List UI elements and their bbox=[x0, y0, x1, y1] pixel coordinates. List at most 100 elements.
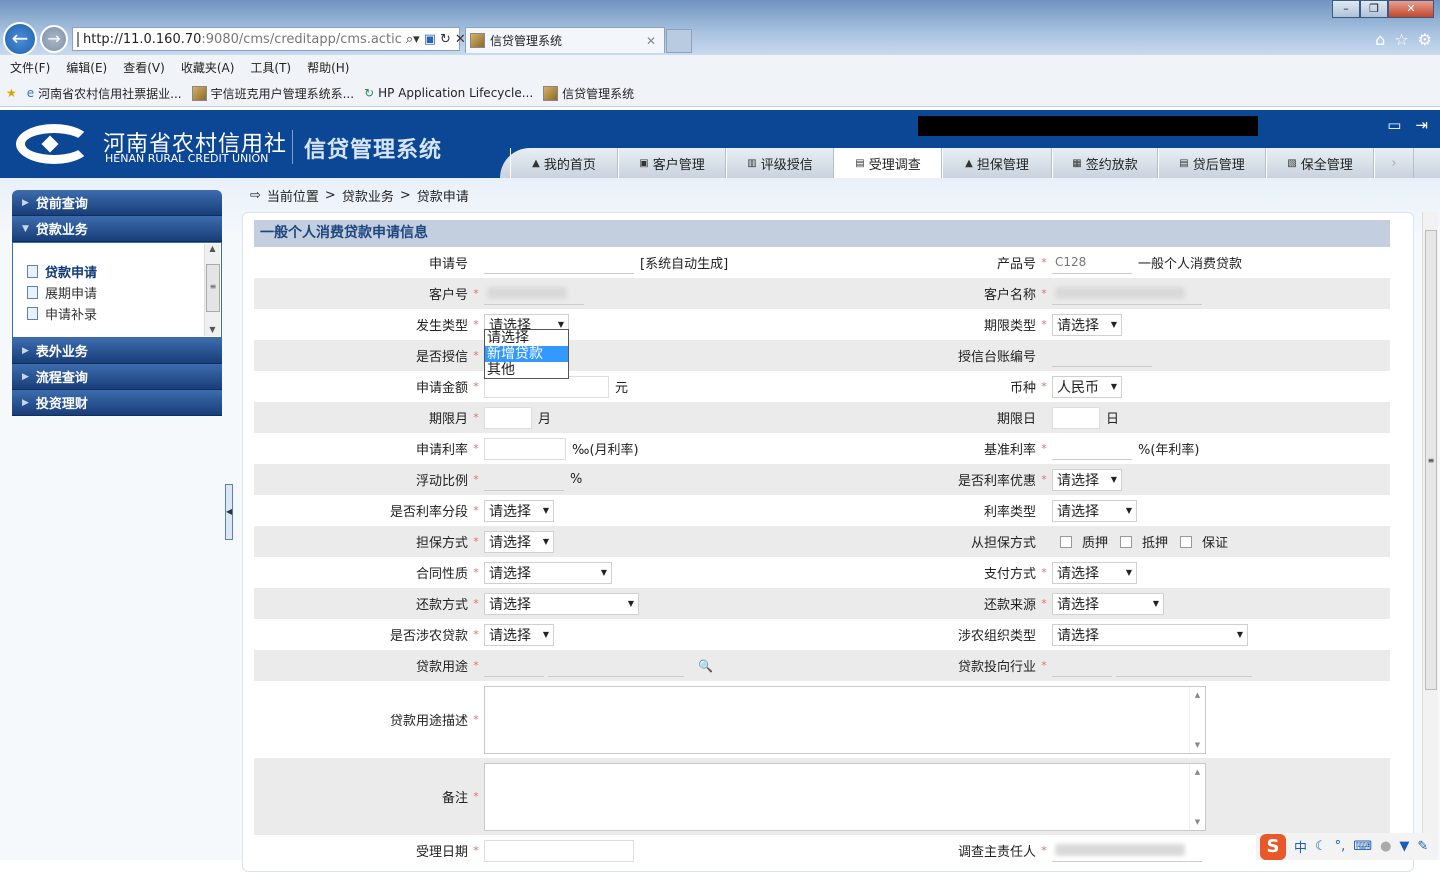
occurrence-type-dropdown[interactable]: 请选择 新增贷款 其他 bbox=[484, 329, 569, 379]
select-box[interactable]: 请选择 ▼ bbox=[484, 530, 554, 553]
home-icon[interactable]: ⌂ bbox=[1375, 30, 1385, 49]
text-input[interactable] bbox=[1052, 438, 1132, 460]
monitor-icon[interactable]: ▭ bbox=[1387, 116, 1401, 134]
tab-nav-7[interactable]: ▧ 保全管理 bbox=[1266, 148, 1374, 178]
breadcrumb-item[interactable]: 贷款业务 bbox=[342, 186, 394, 205]
textarea[interactable]: ▲ ▼ bbox=[484, 762, 1206, 831]
ime-mode[interactable]: 中 bbox=[1294, 837, 1307, 856]
select-box[interactable]: 请选择 ▼ bbox=[484, 561, 612, 584]
close-window-button[interactable]: ✕ bbox=[1388, 0, 1434, 18]
select-box[interactable]: 请选择 ▼ bbox=[1052, 499, 1137, 522]
nav-more-button[interactable]: › bbox=[1374, 148, 1414, 178]
sidebar-item-extension[interactable]: 展期申请 bbox=[27, 282, 221, 303]
tab-nav-3[interactable]: ▤ 受理调查 bbox=[834, 148, 942, 178]
required-mark: * bbox=[1041, 287, 1047, 300]
logout-icon[interactable]: ⇥ bbox=[1415, 116, 1428, 134]
favorite-link[interactable]: 宇信班克用户管理系统系... bbox=[191, 85, 354, 102]
close-tab-icon[interactable]: ✕ bbox=[646, 34, 656, 48]
checkbox[interactable] bbox=[1180, 535, 1193, 548]
maximize-button[interactable]: ❐ bbox=[1360, 0, 1388, 18]
text-input[interactable] bbox=[484, 469, 564, 491]
collapse-sidebar-handle[interactable]: ◀ bbox=[225, 484, 233, 540]
favorite-link[interactable]: 信贷管理系统 bbox=[543, 85, 634, 102]
menu-favorites[interactable]: 收藏夹(A) bbox=[181, 59, 235, 76]
new-tab-button[interactable] bbox=[666, 29, 692, 53]
dropdown-option-highlighted[interactable]: 新增贷款 bbox=[485, 346, 568, 362]
address-bar[interactable]: http://11.0.160.70:9080/cms/creditapp/cm… bbox=[72, 27, 466, 51]
back-button[interactable]: ← bbox=[3, 22, 37, 56]
sidebar-section[interactable]: ▶ 表外业务 bbox=[12, 338, 222, 364]
redacted-input[interactable] bbox=[1052, 840, 1202, 862]
gear-icon[interactable]: ⚙ bbox=[1418, 30, 1432, 49]
textarea-scrollbar[interactable]: ▲ ▼ bbox=[1189, 686, 1205, 753]
menu-file[interactable]: 文件(F) bbox=[10, 59, 50, 76]
text-input[interactable] bbox=[484, 406, 532, 429]
select-box[interactable]: 请选择 ▼ bbox=[1052, 592, 1164, 615]
dropdown-option[interactable]: 请选择 bbox=[485, 330, 568, 346]
name-input[interactable] bbox=[548, 655, 684, 677]
redacted-input[interactable] bbox=[1052, 283, 1202, 305]
favorite-link[interactable]: ↻ HP Application Lifecycle... bbox=[364, 86, 533, 100]
textarea-scrollbar[interactable]: ▲ ▼ bbox=[1189, 763, 1205, 830]
tab-nav-6[interactable]: ▤ 贷后管理 bbox=[1158, 148, 1266, 178]
select-box[interactable]: 请选择 ▼ bbox=[484, 499, 554, 522]
user-icon[interactable]: ● bbox=[1380, 839, 1391, 854]
textarea[interactable]: ▲ ▼ bbox=[484, 685, 1206, 754]
text-input[interactable] bbox=[1052, 345, 1152, 367]
scroll-thumb[interactable]: ≡ bbox=[206, 264, 220, 312]
text-input[interactable]: C128 bbox=[1052, 252, 1132, 274]
browser-tab[interactable]: 信贷管理系统 ✕ bbox=[465, 27, 665, 53]
code-input[interactable] bbox=[1052, 655, 1112, 677]
dropdown-option[interactable]: 其他 bbox=[485, 362, 568, 378]
text-input[interactable] bbox=[1052, 406, 1100, 429]
favorite-link[interactable]: e 河南省农村信用社票据业... bbox=[27, 85, 182, 102]
page-scrollbar[interactable]: ≡ bbox=[1422, 212, 1438, 860]
date-input[interactable] bbox=[484, 839, 634, 862]
select-box[interactable]: 请选择 ▼ bbox=[1052, 623, 1248, 646]
moon-icon[interactable]: ☾ bbox=[1315, 839, 1327, 854]
forward-button[interactable]: → bbox=[40, 25, 68, 53]
redacted-input[interactable] bbox=[484, 283, 584, 305]
compat-icon[interactable]: ▣ bbox=[424, 32, 436, 47]
wrench-icon[interactable]: ✎ bbox=[1417, 839, 1428, 854]
sidebar-scrollbar[interactable]: ▲ ≡ ▼ bbox=[204, 244, 220, 336]
search-icon[interactable]: ⌕▾ bbox=[406, 32, 420, 47]
sogou-logo[interactable]: S bbox=[1260, 833, 1286, 860]
menu-help[interactable]: 帮助(H) bbox=[307, 59, 349, 76]
tab-nav-4[interactable]: ▲ 担保管理 bbox=[942, 148, 1052, 178]
tab-nav-2[interactable]: ▥ 评级授信 bbox=[726, 148, 834, 178]
select-box[interactable]: 请选择 ▼ bbox=[484, 623, 554, 646]
tab-nav-0[interactable]: ▲ 我的首页 bbox=[510, 148, 618, 178]
select-box[interactable]: 请选择 ▼ bbox=[1052, 313, 1122, 336]
sidebar-section-active[interactable]: ▼ 贷款业务 bbox=[12, 216, 222, 242]
text-input[interactable] bbox=[484, 252, 634, 274]
minimize-button[interactable]: – bbox=[1332, 0, 1360, 18]
favorites-star-icon[interactable]: ☆ bbox=[1394, 30, 1408, 49]
keyboard-icon[interactable]: ⌨ bbox=[1353, 839, 1372, 854]
sidebar-section[interactable]: ▶ 贷前查询 bbox=[12, 190, 222, 216]
sidebar-section[interactable]: ▶ 流程查询 bbox=[12, 364, 222, 390]
sidebar-item-supplement[interactable]: 申请补录 bbox=[27, 303, 221, 324]
shirt-icon[interactable]: ▼ bbox=[1399, 839, 1409, 854]
checkbox[interactable] bbox=[1060, 535, 1072, 548]
scroll-thumb[interactable]: ≡ bbox=[1425, 230, 1437, 690]
favorites-star-icon[interactable]: ★ bbox=[6, 86, 17, 100]
sidebar-section[interactable]: ▶ 投资理财 bbox=[12, 390, 222, 416]
tab-nav-1[interactable]: ▣ 客户管理 bbox=[618, 148, 726, 178]
search-icon[interactable]: 🔍 bbox=[698, 659, 713, 673]
text-input[interactable] bbox=[484, 437, 566, 460]
code-input[interactable] bbox=[484, 655, 544, 677]
menu-edit[interactable]: 编辑(E) bbox=[66, 59, 107, 76]
name-input[interactable] bbox=[1116, 655, 1252, 677]
tab-nav-5[interactable]: ▦ 签约放款 bbox=[1052, 148, 1158, 178]
checkbox[interactable] bbox=[1120, 535, 1133, 548]
refresh-icon[interactable]: ↻ bbox=[440, 32, 451, 47]
select-box[interactable]: 请选择 ▼ bbox=[1052, 561, 1137, 584]
select-box[interactable]: 请选择 ▼ bbox=[1052, 468, 1122, 491]
select-box[interactable]: 人民币 ▼ bbox=[1052, 375, 1122, 398]
select-box[interactable]: 请选择 ▼ bbox=[484, 592, 639, 615]
sidebar-item-loan-apply[interactable]: 贷款申请 bbox=[27, 261, 221, 282]
punctuation-icon[interactable]: °, bbox=[1335, 839, 1346, 854]
menu-view[interactable]: 查看(V) bbox=[123, 59, 165, 76]
menu-tools[interactable]: 工具(T) bbox=[250, 59, 291, 76]
